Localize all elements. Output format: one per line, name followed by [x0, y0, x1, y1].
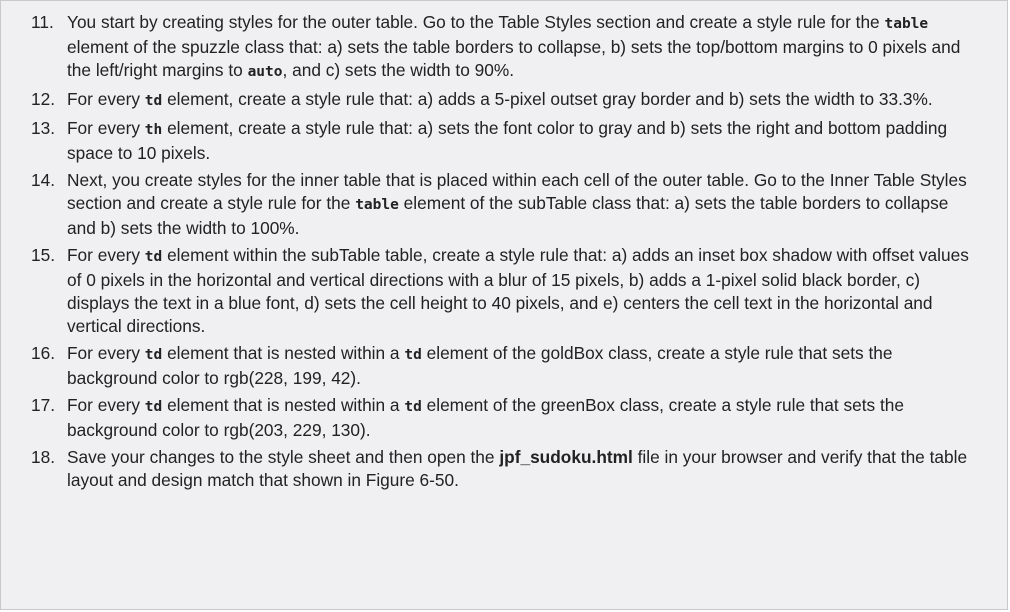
- step-number: 15.: [31, 245, 56, 265]
- step-text-segment: , and c) sets the width to 90%.: [282, 60, 515, 80]
- step-text: For every th element, create a style rul…: [67, 118, 947, 163]
- step-item: 11. You start by creating styles for the…: [1, 11, 1009, 84]
- code-keyword: td: [404, 399, 422, 415]
- code-keyword: td: [404, 347, 422, 363]
- step-text-segment: You start by creating styles for the out…: [67, 12, 885, 32]
- file-name: jpf_sudoku.html: [499, 447, 633, 467]
- code-keyword: table: [884, 16, 929, 32]
- step-number: 12.: [31, 89, 56, 109]
- step-item: 17. For every td element that is nested …: [1, 394, 1009, 442]
- step-number: 14.: [31, 170, 56, 190]
- step-text-segment: For every: [67, 245, 145, 265]
- step-text-segment: Save your changes to the style sheet and…: [67, 447, 500, 467]
- code-keyword: td: [144, 347, 163, 363]
- code-keyword: td: [144, 249, 163, 265]
- step-number: 18.: [31, 447, 56, 467]
- step-text-segment: element, create a style rule that: a) ad…: [162, 89, 933, 109]
- step-item: 18. Save your changes to the style sheet…: [1, 446, 1009, 492]
- step-text-segment: For every: [67, 89, 145, 109]
- step-item: 15. For every td element within the subT…: [1, 244, 1009, 338]
- step-item: 12. For every td element, create a style…: [1, 88, 1009, 113]
- step-text-segment: For every: [67, 343, 145, 363]
- code-keyword: table: [355, 197, 399, 213]
- step-text: Save your changes to the style sheet and…: [67, 447, 967, 490]
- code-keyword: td: [144, 93, 163, 109]
- step-number: 13.: [31, 118, 56, 138]
- step-text-segment: element that is nested within a: [162, 395, 405, 415]
- step-text-segment: element, create a style rule that: a) se…: [67, 118, 948, 163]
- step-text: For every td element that is nested with…: [67, 343, 893, 388]
- step-text: For every td element, create a style rul…: [67, 89, 933, 109]
- code-keyword: th: [144, 122, 163, 138]
- step-text-segment: element within the subTable table, creat…: [67, 245, 969, 336]
- step-number: 16.: [31, 343, 56, 363]
- step-text-segment: For every: [67, 395, 145, 415]
- step-item: 14. Next, you create styles for the inne…: [1, 169, 1009, 240]
- step-text-segment: For every: [67, 118, 145, 138]
- instruction-panel: 11. You start by creating styles for the…: [0, 0, 1008, 610]
- step-list: 11. You start by creating styles for the…: [1, 11, 1009, 496]
- step-text: For every td element that is nested with…: [67, 395, 904, 440]
- step-text-segment: element that is nested within a: [162, 343, 405, 363]
- step-item: 16. For every td element that is nested …: [1, 342, 1009, 390]
- code-keyword: auto: [247, 64, 283, 80]
- step-text: You start by creating styles for the out…: [67, 12, 960, 80]
- step-text: For every td element within the subTable…: [67, 245, 969, 336]
- code-keyword: td: [144, 399, 163, 415]
- step-text: Next, you create styles for the inner ta…: [67, 170, 967, 238]
- step-number: 17.: [31, 395, 56, 415]
- step-item: 13. For every th element, create a style…: [1, 117, 1009, 165]
- step-number: 11.: [31, 12, 54, 32]
